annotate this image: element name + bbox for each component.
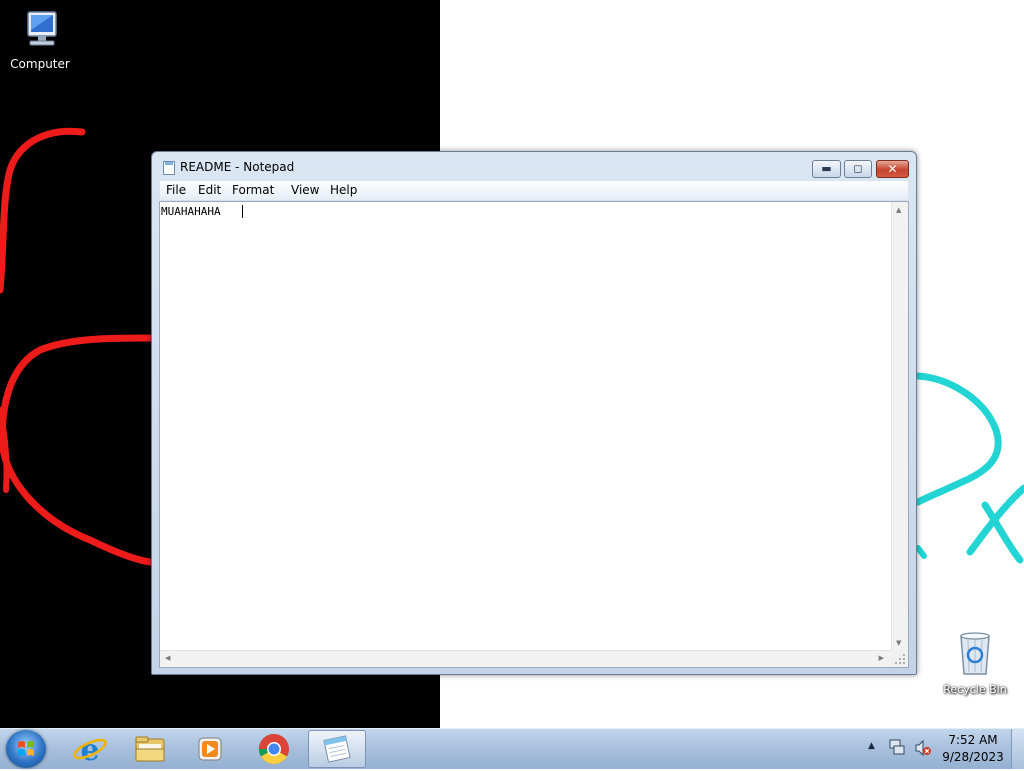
show-desktop-button[interactable] — [1011, 729, 1024, 769]
menu-help[interactable]: Help — [326, 183, 361, 197]
folder-icon — [135, 736, 165, 762]
scroll-right-arrow-icon[interactable]: ▶ — [879, 654, 884, 662]
menu-edit[interactable]: Edit — [194, 183, 225, 197]
menu-file[interactable]: File — [162, 183, 190, 197]
maximize-button[interactable]: ◻ — [844, 160, 872, 178]
network-tray-button[interactable] — [888, 738, 906, 759]
windows-logo-icon — [18, 741, 34, 756]
text-caret — [242, 205, 243, 218]
scroll-down-arrow-icon[interactable]: ▼ — [896, 639, 901, 647]
show-hidden-icons-button[interactable]: ▲ — [868, 741, 875, 751]
recycle-bin-icon-label: Recycle Bin — [943, 683, 1007, 696]
notepad-icon — [323, 735, 351, 763]
media-player-icon — [198, 737, 222, 761]
volume-tray-button[interactable] — [914, 739, 932, 760]
notepad-window: README - Notepad ▬ ◻ ✕ File Edit Format … — [151, 151, 917, 675]
menu-view[interactable]: View — [287, 183, 323, 197]
taskbar-chrome-button[interactable] — [254, 730, 294, 768]
clock-time[interactable]: 7:52 AM — [940, 733, 1006, 747]
editor-content: MUAHAHAHA — [161, 205, 221, 218]
taskbar-media-player-button[interactable] — [190, 730, 230, 768]
minimize-icon: ▬ — [821, 162, 832, 175]
start-button[interactable] — [6, 730, 46, 768]
recycle-bin-icon — [960, 632, 990, 675]
red-doodle-stroke-top — [0, 127, 86, 294]
chrome-icon — [258, 734, 289, 765]
scroll-up-arrow-icon[interactable]: ▲ — [896, 206, 901, 214]
svg-text:e: e — [80, 733, 99, 768]
taskbar-internet-explorer-button[interactable]: e — [70, 730, 110, 768]
volume-muted-icon — [915, 739, 931, 757]
resize-grip-icon[interactable] — [892, 651, 908, 667]
clock-date[interactable]: 9/28/2023 — [940, 750, 1006, 764]
horizontal-scrollbar[interactable]: ◀ ▶ — [160, 650, 892, 667]
menu-bar: File Edit Format View Help — [160, 181, 908, 201]
cyan-doodle-stroke-curve — [914, 372, 1002, 506]
text-editor-area[interactable]: MUAHAHAHA ▲ ▼ ◀ ▶ — [159, 201, 909, 668]
maximize-icon: ◻ — [853, 162, 863, 175]
notepad-title-bar[interactable]: README - Notepad ▬ ◻ ✕ — [152, 152, 916, 182]
taskbar: e ▲ 7:52 AM 9/28/2023 — [0, 728, 1024, 769]
minimize-button[interactable]: ▬ — [812, 160, 841, 178]
red-doodle-stroke-loop — [0, 334, 154, 566]
close-icon: ✕ — [887, 162, 898, 176]
taskbar-notepad-button[interactable] — [308, 730, 366, 768]
notepad-title-icon — [163, 161, 175, 175]
cyan-doodle-stroke-dot — [915, 545, 927, 559]
computer-icon — [27, 11, 57, 46]
recycle-bin-desktop-icon[interactable]: Recycle Bin — [935, 630, 1015, 697]
computer-icon-label: Computer — [10, 57, 70, 71]
window-title: README - Notepad — [180, 160, 295, 174]
scroll-left-arrow-icon[interactable]: ◀ — [165, 654, 170, 662]
menu-format[interactable]: Format — [228, 183, 278, 197]
close-button[interactable]: ✕ — [876, 160, 909, 178]
computer-desktop-icon[interactable]: Computer — [0, 8, 80, 71]
internet-explorer-icon: e — [73, 733, 107, 768]
vertical-scrollbar[interactable]: ▲ ▼ — [891, 202, 908, 651]
taskbar-file-explorer-button[interactable] — [130, 730, 170, 768]
network-icon — [889, 739, 905, 755]
